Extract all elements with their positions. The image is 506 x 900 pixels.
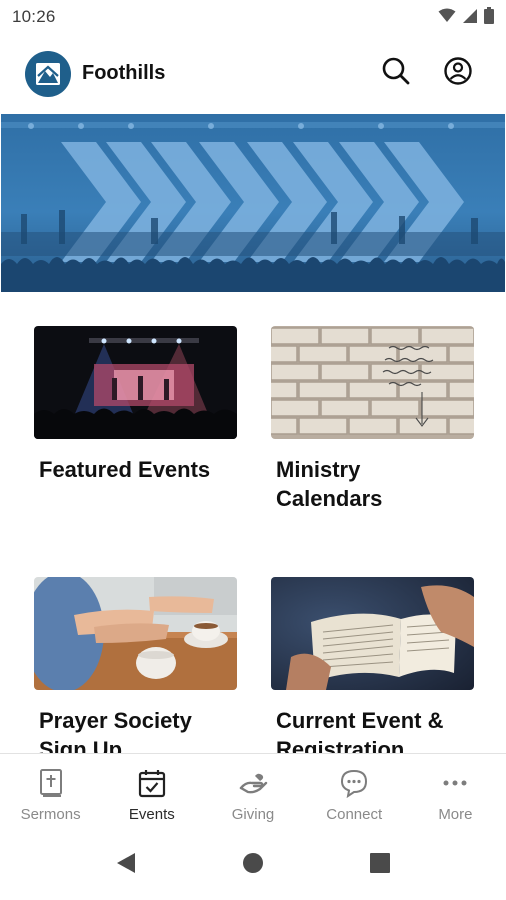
more-dots-icon [440, 768, 470, 798]
chat-bubble-icon [339, 768, 369, 798]
hero-banner[interactable] [1, 114, 505, 292]
card-label: Current Event & Registration [276, 708, 444, 753]
card-label: Ministry Calendars [276, 457, 383, 511]
bible-icon [38, 768, 64, 798]
card-label: Prayer Society Sign Up [39, 708, 192, 753]
status-time: 10:26 [12, 7, 56, 26]
recents-icon [369, 852, 391, 879]
card-prayer-society[interactable]: Prayer Society Sign Up [34, 577, 237, 753]
praying-hands-image [34, 577, 237, 690]
card-label: Featured Events [39, 457, 211, 482]
concert-stage-image [34, 326, 237, 439]
calendar-check-icon [138, 768, 166, 798]
signal-icon [462, 8, 478, 29]
back-icon [115, 851, 137, 880]
search-icon [381, 56, 411, 91]
nav-item-events[interactable]: Events [101, 754, 202, 830]
nav-label: Sermons [20, 806, 81, 823]
home-icon [241, 851, 265, 880]
nav-item-giving[interactable]: Giving [202, 754, 303, 830]
brick-wall-image [271, 326, 474, 439]
account-button[interactable] [441, 56, 475, 90]
hero-image [1, 114, 505, 292]
status-icons [438, 7, 494, 29]
app-header: Foothills [0, 36, 506, 114]
battery-icon [484, 7, 494, 29]
home-button[interactable] [240, 852, 266, 878]
status-bar: 10:26 [0, 0, 506, 36]
search-button[interactable] [379, 56, 413, 90]
back-button[interactable] [113, 852, 139, 878]
giving-hand-icon [238, 768, 268, 798]
bottom-nav: Sermons Events Giving Connect More [0, 753, 506, 830]
nav-label: Connect [326, 806, 383, 823]
recents-button[interactable] [367, 852, 393, 878]
system-nav [0, 830, 506, 900]
card-current-event[interactable]: Current Event & Registration [271, 577, 474, 753]
nav-label: More [438, 806, 473, 823]
nav-label: Events [128, 806, 175, 823]
card-ministry-calendars[interactable]: Ministry Calendars [271, 326, 474, 513]
card-featured-events[interactable]: Featured Events [34, 326, 237, 484]
account-icon [443, 56, 473, 91]
nav-item-more[interactable]: More [405, 754, 506, 830]
nav-label: Giving [231, 806, 275, 823]
nav-item-sermons[interactable]: Sermons [0, 754, 101, 830]
nav-item-connect[interactable]: Connect [304, 754, 405, 830]
open-bible-image [271, 577, 474, 690]
content-grid: Featured Events Ministry Calendars Praye… [0, 292, 506, 753]
app-title: Foothills [82, 62, 166, 84]
foothills-logo[interactable] [25, 51, 71, 97]
wifi-icon [438, 8, 456, 28]
